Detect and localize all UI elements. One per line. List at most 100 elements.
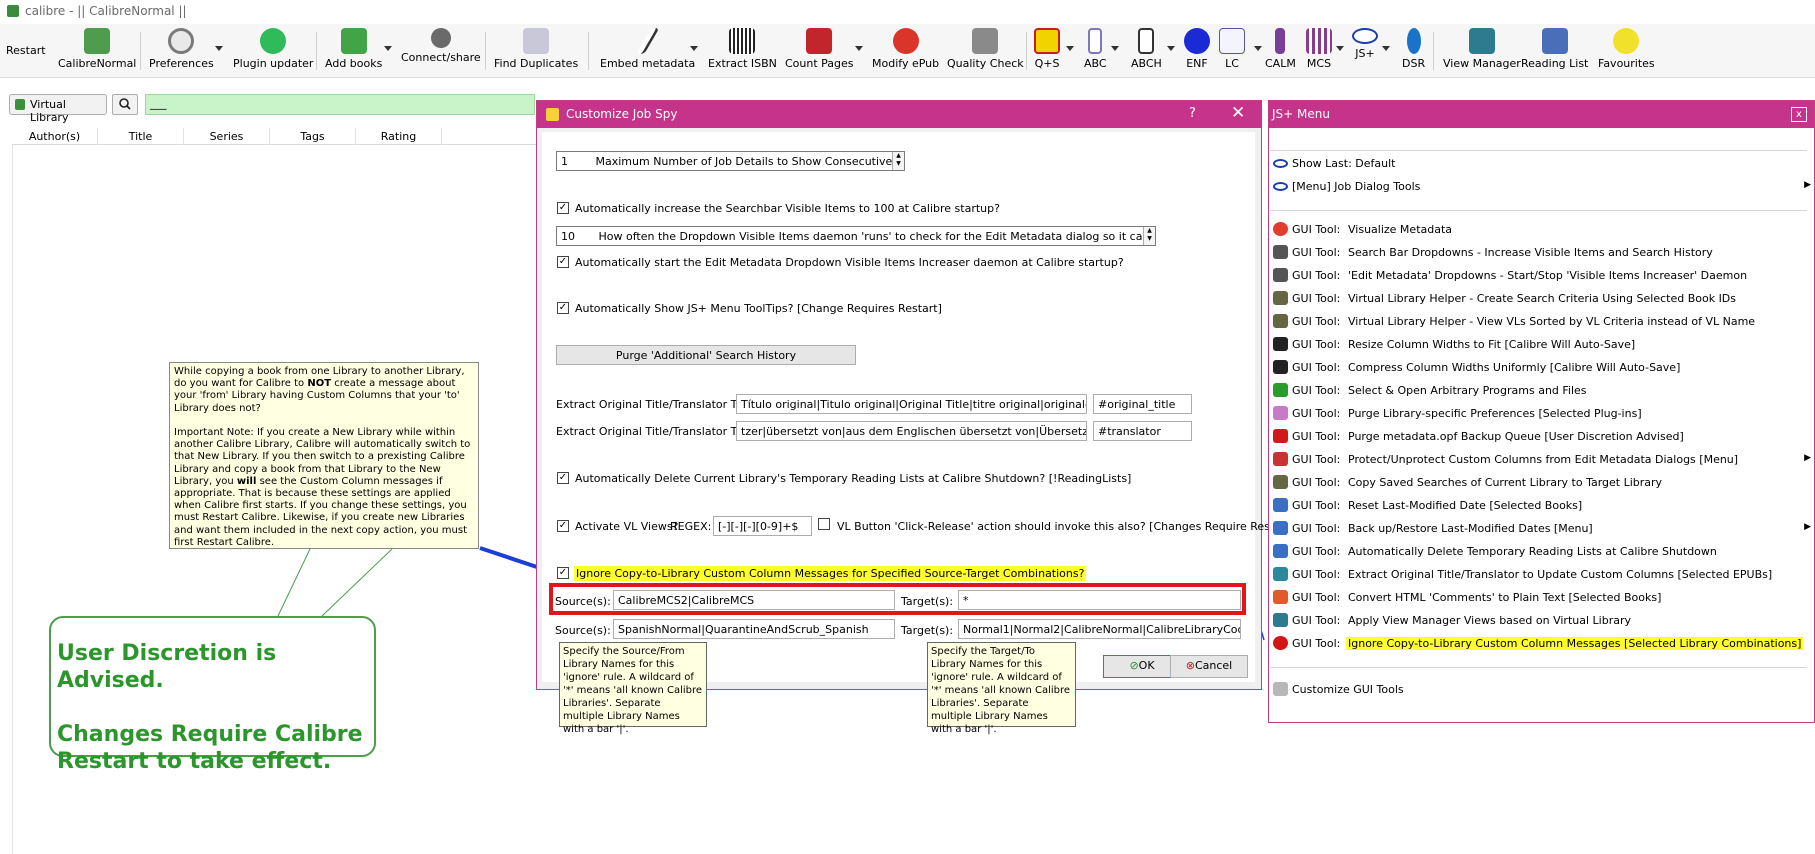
eye-icon: [1273, 159, 1288, 168]
max-job-details-value: 1: [561, 155, 568, 168]
menu-item-gui-tool[interactable]: GUI Tool: Virtual Library Helper - Create…: [1271, 289, 1811, 308]
activate-vl-views-checkbox[interactable]: ✓: [557, 520, 569, 532]
auto-delete-reading-lists-checkbox[interactable]: ✓: [557, 472, 569, 484]
gui-tool-icon: [1273, 521, 1288, 535]
gui-tool-icon: [1273, 498, 1288, 512]
spin-arrows-icon[interactable]: ▲ ▼: [892, 152, 904, 170]
vl-click-release-checkbox[interactable]: [818, 518, 830, 530]
gui-tool-label: Search Bar Dropdowns - Increase Visible …: [1348, 246, 1713, 259]
jsplus-menu-title: JS+ Menu: [1272, 107, 1330, 121]
original-title-column-input[interactable]: #original_title: [1093, 394, 1192, 414]
user-discretion-note: User Discretion is Advised. Changes Requ…: [49, 616, 376, 774]
gui-tool-icon: [1273, 613, 1288, 627]
menu-item-gui-tool[interactable]: GUI Tool: 'Edit Metadata' Dropdowns - Sta…: [1271, 266, 1811, 285]
gui-tool-icon: [1273, 475, 1288, 489]
gui-tool-label: Extract Original Title/Translator to Upd…: [1348, 568, 1773, 581]
dropdown-daemon-value: 10: [561, 230, 575, 243]
gui-tool-prefix: GUI Tool:: [1292, 338, 1341, 351]
gui-tool-icon: [1273, 383, 1288, 397]
gui-tool-label: Virtual Library Helper - View VLs Sorted…: [1348, 315, 1756, 328]
gui-tool-icon: [1273, 314, 1288, 328]
close-button[interactable]: ✕: [1231, 103, 1245, 123]
gui-tool-label: Back up/Restore Last-Modified Dates [Men…: [1348, 522, 1593, 535]
translator-column-input[interactable]: #translator: [1093, 421, 1192, 441]
auto-increase-label: Automatically increase the Searchbar Vis…: [575, 202, 1000, 215]
gui-tool-icon: [1273, 268, 1288, 282]
regex-input[interactable]: [-][-][-][0-9]+$: [713, 516, 812, 536]
gui-tool-icon: [1273, 567, 1288, 581]
gui-tool-icon: [1273, 337, 1288, 351]
gui-tool-label: Ignore Copy-to-Library Custom Column Mes…: [1346, 637, 1804, 650]
help-button[interactable]: ?: [1189, 106, 1196, 121]
menu-item-gui-tool[interactable]: GUI Tool: Protect/Unprotect Custom Column…: [1271, 450, 1811, 469]
cancel-button[interactable]: ⊗Cancel: [1170, 655, 1248, 678]
gui-tool-label: Virtual Library Helper - Create Search C…: [1348, 292, 1737, 305]
regex-label: REGEX:: [670, 520, 712, 533]
menu-item-gui-tool[interactable]: GUI Tool: Apply View Manager Views based …: [1271, 611, 1811, 630]
vl-click-release-label: VL Button 'Click-Release' action should …: [837, 520, 1295, 533]
target-input-1[interactable]: *: [958, 590, 1241, 610]
ignore-copy-messages-checkbox[interactable]: ✓: [557, 567, 569, 579]
target-label-1: Target(s):: [901, 595, 954, 608]
gui-tool-prefix: GUI Tool:: [1292, 568, 1341, 581]
auto-start-daemon-checkbox[interactable]: ✓: [557, 256, 569, 268]
target-label-2: Target(s):: [901, 624, 954, 637]
menu-item-gui-tool[interactable]: GUI Tool: Compress Column Widths Uniforml…: [1271, 358, 1811, 377]
menu-item-gui-tool[interactable]: GUI Tool: Automatically Delete Temporary …: [1271, 542, 1811, 561]
menu-separator: [1270, 150, 1807, 151]
gui-tool-label: Purge metadata.opf Backup Queue [User Di…: [1348, 430, 1684, 443]
menu-item-label: Customize GUI Tools: [1292, 683, 1404, 696]
auto-start-daemon-label: Automatically start the Edit Metadata Dr…: [575, 256, 1124, 269]
gui-tool-icon: [1273, 406, 1288, 420]
jsplus-menu-title-bar: JS+ Menu x: [1269, 101, 1814, 128]
menu-item-gui-tool[interactable]: GUI Tool: Extract Original Title/Translat…: [1271, 565, 1811, 584]
target-input-2[interactable]: Normal1|Normal2|CalibreNormal|CalibreLib…: [958, 619, 1241, 639]
source-input-2[interactable]: SpanishNormal|QuarantineAndScrub_Spanish: [613, 619, 895, 639]
menu-item-gui-tool[interactable]: GUI Tool: Ignore Copy-to-Library Custom C…: [1271, 634, 1811, 653]
ok-label: OK: [1138, 659, 1155, 672]
menu-item-show-last[interactable]: Show Last: Default: [1271, 154, 1811, 173]
menu-item-label: [Menu] Job Dialog Tools: [1292, 180, 1421, 193]
max-job-details-spinbox[interactable]: 1 Maximum Number of Job Details to Show …: [556, 151, 905, 171]
gui-tool-label: Visualize Metadata: [1348, 223, 1453, 236]
menu-item-gui-tool[interactable]: GUI Tool: Visualize Metadata: [1271, 220, 1811, 239]
gui-tool-icon: [1273, 544, 1288, 558]
menu-item-gui-tool[interactable]: GUI Tool: Purge metadata.opf Backup Queue…: [1271, 427, 1811, 446]
gui-tool-prefix: GUI Tool:: [1292, 269, 1341, 282]
dropdown-daemon-label: How often the Dropdown Visible Items dae…: [598, 230, 1156, 243]
auto-tooltips-checkbox[interactable]: ✓: [557, 302, 569, 314]
menu-item-gui-tool[interactable]: GUI Tool: Convert HTML 'Comments' to Plai…: [1271, 588, 1811, 607]
gui-tool-prefix: GUI Tool:: [1292, 476, 1341, 489]
dropdown-daemon-spinbox[interactable]: 10 How often the Dropdown Visible Items …: [556, 226, 1156, 246]
purge-search-history-button[interactable]: Purge 'Additional' Search History: [556, 345, 856, 365]
menu-item-gui-tool[interactable]: GUI Tool: Purge Library-specific Preferen…: [1271, 404, 1811, 423]
menu-item-gui-tool[interactable]: GUI Tool: Virtual Library Helper - View V…: [1271, 312, 1811, 331]
menu-separator: [1270, 667, 1807, 668]
menu-item-gui-tool[interactable]: GUI Tool: Search Bar Dropdowns - Increase…: [1271, 243, 1811, 262]
source-label-2: Source(s):: [555, 624, 611, 637]
cancel-label: Cancel: [1194, 659, 1233, 672]
menu-item-gui-tool[interactable]: GUI Tool: Resize Column Widths to Fit [Ca…: [1271, 335, 1811, 354]
gui-tool-icon: [1273, 245, 1288, 259]
menu-item-gui-tool[interactable]: GUI Tool: Select & Open Arbitrary Program…: [1271, 381, 1811, 400]
wrench-icon: [1273, 682, 1288, 696]
menu-item-customize-gui-tools[interactable]: Customize GUI Tools: [1271, 680, 1811, 699]
gui-tool-icon: [1273, 291, 1288, 305]
gui-tool-icon: [1273, 222, 1288, 236]
menu-item-job-dialog-tools[interactable]: [Menu] Job Dialog Tools ▶: [1271, 177, 1811, 196]
jsplus-menu-close-button[interactable]: x: [1791, 107, 1807, 122]
menu-item-gui-tool[interactable]: GUI Tool: Back up/Restore Last-Modified D…: [1271, 519, 1811, 538]
max-job-details-label: Maximum Number of Job Details to Show Co…: [595, 155, 902, 168]
menu-separator: [1270, 210, 1807, 211]
gui-tool-label: Purge Library-specific Preferences [Sele…: [1348, 407, 1642, 420]
menu-item-gui-tool[interactable]: GUI Tool: Copy Saved Searches of Current …: [1271, 473, 1811, 492]
menu-item-gui-tool[interactable]: GUI Tool: Reset Last-Modified Date [Selec…: [1271, 496, 1811, 515]
extract-title-input[interactable]: Título original|Titulo original|Original…: [736, 394, 1087, 414]
auto-increase-checkbox[interactable]: ✓: [557, 202, 569, 214]
gui-tool-prefix: GUI Tool:: [1292, 522, 1341, 535]
extract-translator-input[interactable]: tzer|übersetzt von|aus dem Englischen üb…: [736, 421, 1087, 441]
gui-tool-label: Copy Saved Searches of Current Library t…: [1348, 476, 1663, 489]
source-input-1[interactable]: CalibreMCS2|CalibreMCS: [613, 590, 895, 610]
gui-tool-label: Resize Column Widths to Fit [Calibre Wil…: [1348, 338, 1636, 351]
spin-arrows-icon[interactable]: ▲ ▼: [1143, 227, 1155, 245]
